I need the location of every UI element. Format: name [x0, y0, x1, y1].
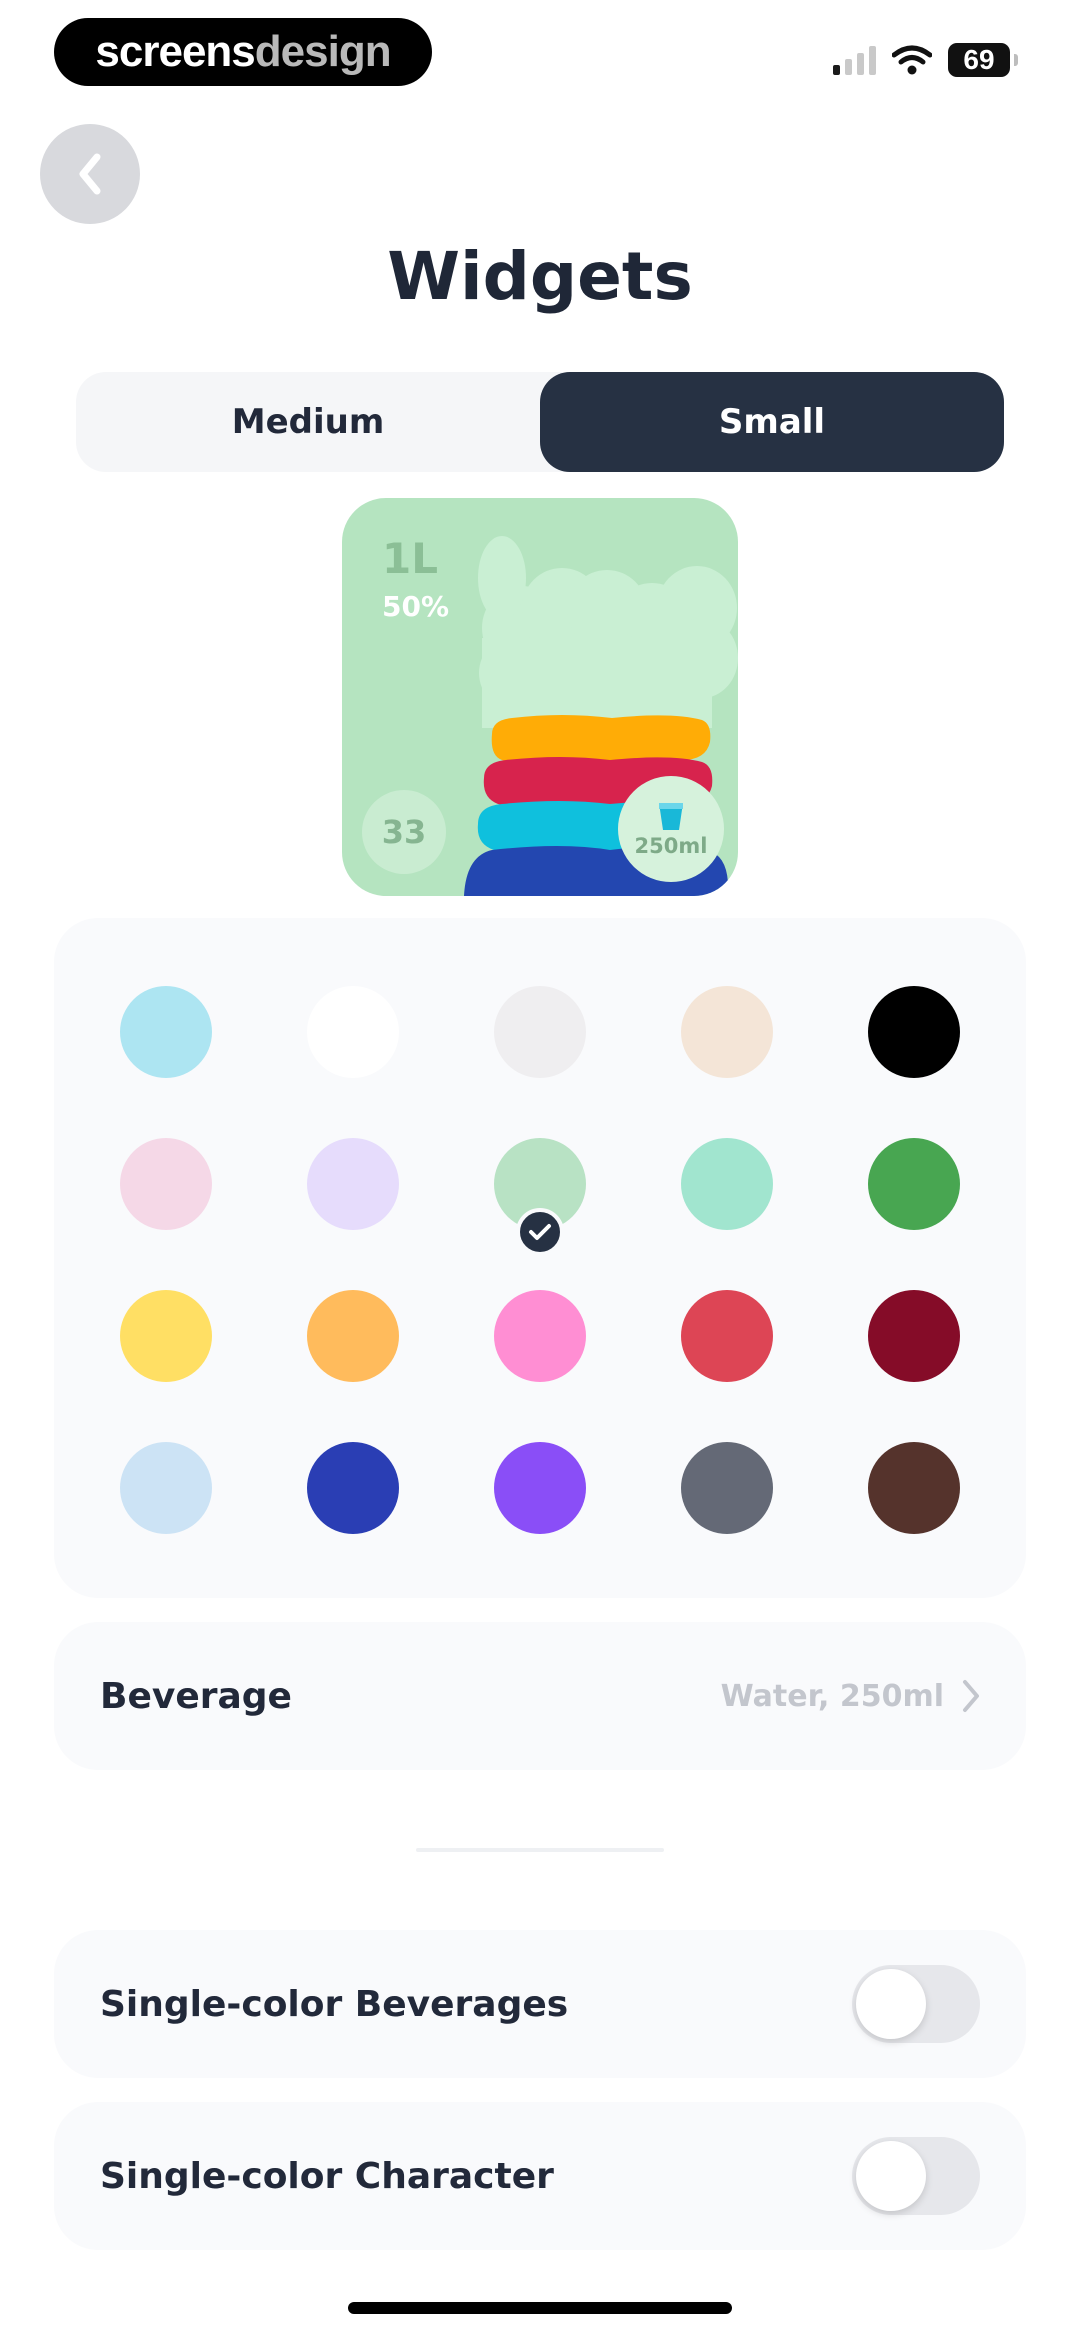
battery-level: 69	[963, 44, 995, 75]
single-color-character-label: Single-color Character	[100, 2155, 554, 2197]
color-swatch[interactable]	[120, 1442, 212, 1534]
glass-icon	[659, 803, 683, 830]
chevron-left-icon	[79, 153, 101, 195]
widget-goal-amount: 1L	[382, 534, 438, 583]
color-swatch[interactable]	[120, 986, 212, 1078]
brand-text-part1: screens	[95, 27, 255, 76]
widget-size-segmented-control: Medium Small	[76, 372, 1004, 472]
color-swatch[interactable]	[120, 1290, 212, 1382]
color-swatch[interactable]	[868, 986, 960, 1078]
color-swatch[interactable]	[681, 1442, 773, 1534]
single-color-beverages-label: Single-color Beverages	[100, 1983, 569, 2025]
cellular-signal-icon	[833, 45, 876, 75]
battery-icon: 69	[948, 43, 1018, 77]
brand-text-part2: design	[254, 27, 392, 76]
color-swatch[interactable]	[494, 1442, 586, 1534]
color-swatch[interactable]	[868, 1138, 960, 1230]
beverage-value: Water, 250ml	[721, 1679, 980, 1714]
color-swatch[interactable]	[681, 986, 773, 1078]
color-swatch[interactable]	[120, 1138, 212, 1230]
single-color-character-toggle[interactable]	[852, 2137, 980, 2215]
tab-medium[interactable]: Medium	[76, 372, 540, 472]
widget-progress-percent: 50%	[382, 590, 450, 623]
color-swatch[interactable]	[868, 1442, 960, 1534]
home-indicator	[348, 2302, 732, 2314]
toggle-knob	[856, 2141, 926, 2211]
color-swatch[interactable]	[868, 1290, 960, 1382]
widget-quick-add-button: 250ml	[618, 776, 724, 882]
status-indicators: 69	[833, 40, 1018, 80]
section-divider	[416, 1848, 664, 1852]
color-swatch[interactable]	[681, 1290, 773, 1382]
page-title: Widgets	[387, 238, 693, 315]
beverage-row[interactable]: Beverage Water, 250ml	[54, 1622, 1026, 1770]
color-swatch[interactable]	[307, 1138, 399, 1230]
toggle-knob	[856, 1969, 926, 2039]
single-color-character-row: Single-color Character	[54, 2102, 1026, 2250]
single-color-beverages-row: Single-color Beverages	[54, 1930, 1026, 2078]
color-swatch[interactable]	[494, 1290, 586, 1382]
widget-drink-amount: 250ml	[634, 834, 708, 858]
back-button[interactable]	[40, 124, 140, 224]
color-swatch[interactable]	[307, 1442, 399, 1534]
wifi-icon	[892, 45, 932, 75]
brand-logo: screens design	[54, 18, 432, 86]
beverage-value-text: Water, 250ml	[720, 1678, 944, 1714]
beverage-label: Beverage	[100, 1675, 292, 1717]
selected-check-icon	[516, 1208, 564, 1256]
widget-preview: 1L 50% 33 250ml	[342, 498, 738, 896]
color-palette	[54, 918, 1026, 1598]
tab-small[interactable]: Small	[540, 372, 1004, 472]
color-swatch[interactable]	[681, 1138, 773, 1230]
color-swatch[interactable]	[494, 986, 586, 1078]
widget-count-badge: 33	[362, 790, 446, 874]
color-swatch[interactable]	[307, 1290, 399, 1382]
single-color-beverages-toggle[interactable]	[852, 1965, 980, 2043]
chevron-right-icon	[963, 1680, 979, 1712]
color-swatch[interactable]	[307, 986, 399, 1078]
